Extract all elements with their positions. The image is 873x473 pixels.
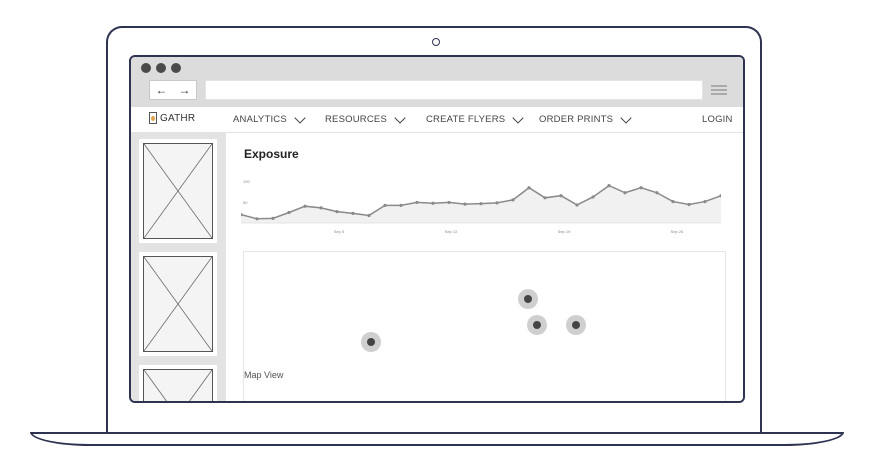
chart-point-5: [319, 206, 323, 210]
chart-point-27: [671, 199, 675, 204]
flyer-sidebar: [131, 133, 226, 401]
forward-arrow-icon[interactable]: →: [173, 81, 196, 99]
back-arrow-icon[interactable]: ←: [150, 81, 173, 99]
hamburger-menu-icon[interactable]: [711, 85, 727, 97]
address-bar[interactable]: [205, 80, 703, 100]
chart-point-11: [415, 200, 419, 205]
chart-point-24: [623, 191, 627, 195]
chart-point-20: [559, 194, 563, 198]
chart-point-16: [495, 201, 499, 205]
nav-resources[interactable]: RESOURCES: [325, 111, 406, 125]
x-tick-label-0: Sep 5: [334, 229, 345, 234]
chart-point-22: [591, 195, 595, 199]
page-title: Exposure: [244, 147, 299, 161]
chart-point-12: [431, 201, 435, 205]
login-link[interactable]: LOGIN: [702, 114, 733, 125]
login-label: LOGIN: [702, 114, 733, 125]
x-tick-label-3: Sep 26: [671, 229, 684, 234]
chart-point-15: [479, 202, 483, 206]
nav-analytics[interactable]: ANALYTICS: [233, 111, 306, 125]
map-view[interactable]: Map View: [243, 251, 726, 401]
chart-point-21: [575, 203, 579, 207]
map-view-label: Map View: [244, 370, 284, 380]
chart-point-28: [687, 202, 691, 207]
main-content: Exposure 100 50 Sep 5 Sep 12 Sep 19 Sep 26 Ma…: [226, 133, 743, 401]
chart-point-13: [447, 200, 451, 205]
camera-icon: [432, 38, 440, 46]
chart-point-23: [607, 184, 611, 188]
image-placeholder-icon: [143, 143, 213, 239]
chevron-down-icon: [294, 111, 306, 124]
nav-analytics-label: ANALYTICS: [233, 114, 287, 125]
flyer-thumbnail[interactable]: [139, 252, 217, 356]
logo-icon: [149, 112, 157, 124]
nav-order-prints[interactable]: ORDER PRINTS: [539, 111, 632, 125]
chart-point-19: [543, 196, 547, 200]
map-pin-icon[interactable]: [527, 315, 547, 335]
chart-point-8: [367, 213, 371, 218]
chevron-down-icon: [394, 111, 406, 124]
map-pin-icon[interactable]: [518, 289, 538, 309]
image-placeholder-icon: [143, 256, 213, 352]
nav-create-flyers-label: CREATE FLYERS: [426, 114, 506, 125]
window-minimize-dot[interactable]: [156, 63, 166, 73]
map-pin-icon[interactable]: [566, 315, 586, 335]
chart-point-29: [703, 199, 707, 204]
logo-text: GATHR: [160, 112, 196, 124]
window-maximize-dot[interactable]: [171, 63, 181, 73]
chart-point-14: [463, 202, 467, 206]
chart-point-4: [303, 204, 307, 208]
chart-point-3: [287, 210, 291, 215]
x-tick-label-2: Sep 19: [558, 229, 571, 234]
chart-point-17: [511, 198, 515, 202]
site-logo[interactable]: GATHR: [149, 112, 195, 124]
nav-order-prints-label: ORDER PRINTS: [539, 114, 614, 125]
chart-point-25: [639, 186, 643, 190]
browser-window: ← → GATHR ANALYTICS RESOURCES CREATE FLY…: [129, 55, 745, 403]
site-navigation: GATHR ANALYTICS RESOURCES CREATE FLYERS …: [131, 107, 743, 133]
chevron-down-icon: [620, 111, 632, 124]
laptop-base: [30, 432, 844, 446]
chart-point-9: [383, 203, 387, 207]
browser-chrome: ← →: [131, 57, 743, 107]
chevron-down-icon: [512, 111, 524, 124]
y-tick-label-1: 50: [243, 200, 248, 205]
image-placeholder-icon: [143, 369, 213, 401]
chart-point-6: [335, 210, 339, 214]
exposure-chart: 100 50 Sep 5 Sep 12 Sep 19 Sep 26: [241, 179, 721, 234]
map-pin-icon[interactable]: [361, 332, 381, 352]
y-tick-label-0: 100: [243, 179, 250, 184]
flyer-thumbnail[interactable]: [139, 139, 217, 243]
flyer-thumbnail[interactable]: [139, 365, 217, 401]
window-close-dot[interactable]: [141, 63, 151, 73]
nav-create-flyers[interactable]: CREATE FLYERS: [426, 111, 524, 125]
history-buttons: ← →: [149, 80, 197, 100]
chart-point-26: [655, 191, 659, 195]
chart-point-18: [527, 186, 531, 190]
nav-resources-label: RESOURCES: [325, 114, 387, 125]
chart-point-2: [271, 216, 275, 220]
chart-point-7: [351, 211, 355, 215]
chart-point-1: [255, 217, 259, 221]
chart-point-10: [399, 203, 403, 207]
x-tick-label-1: Sep 12: [445, 229, 458, 234]
